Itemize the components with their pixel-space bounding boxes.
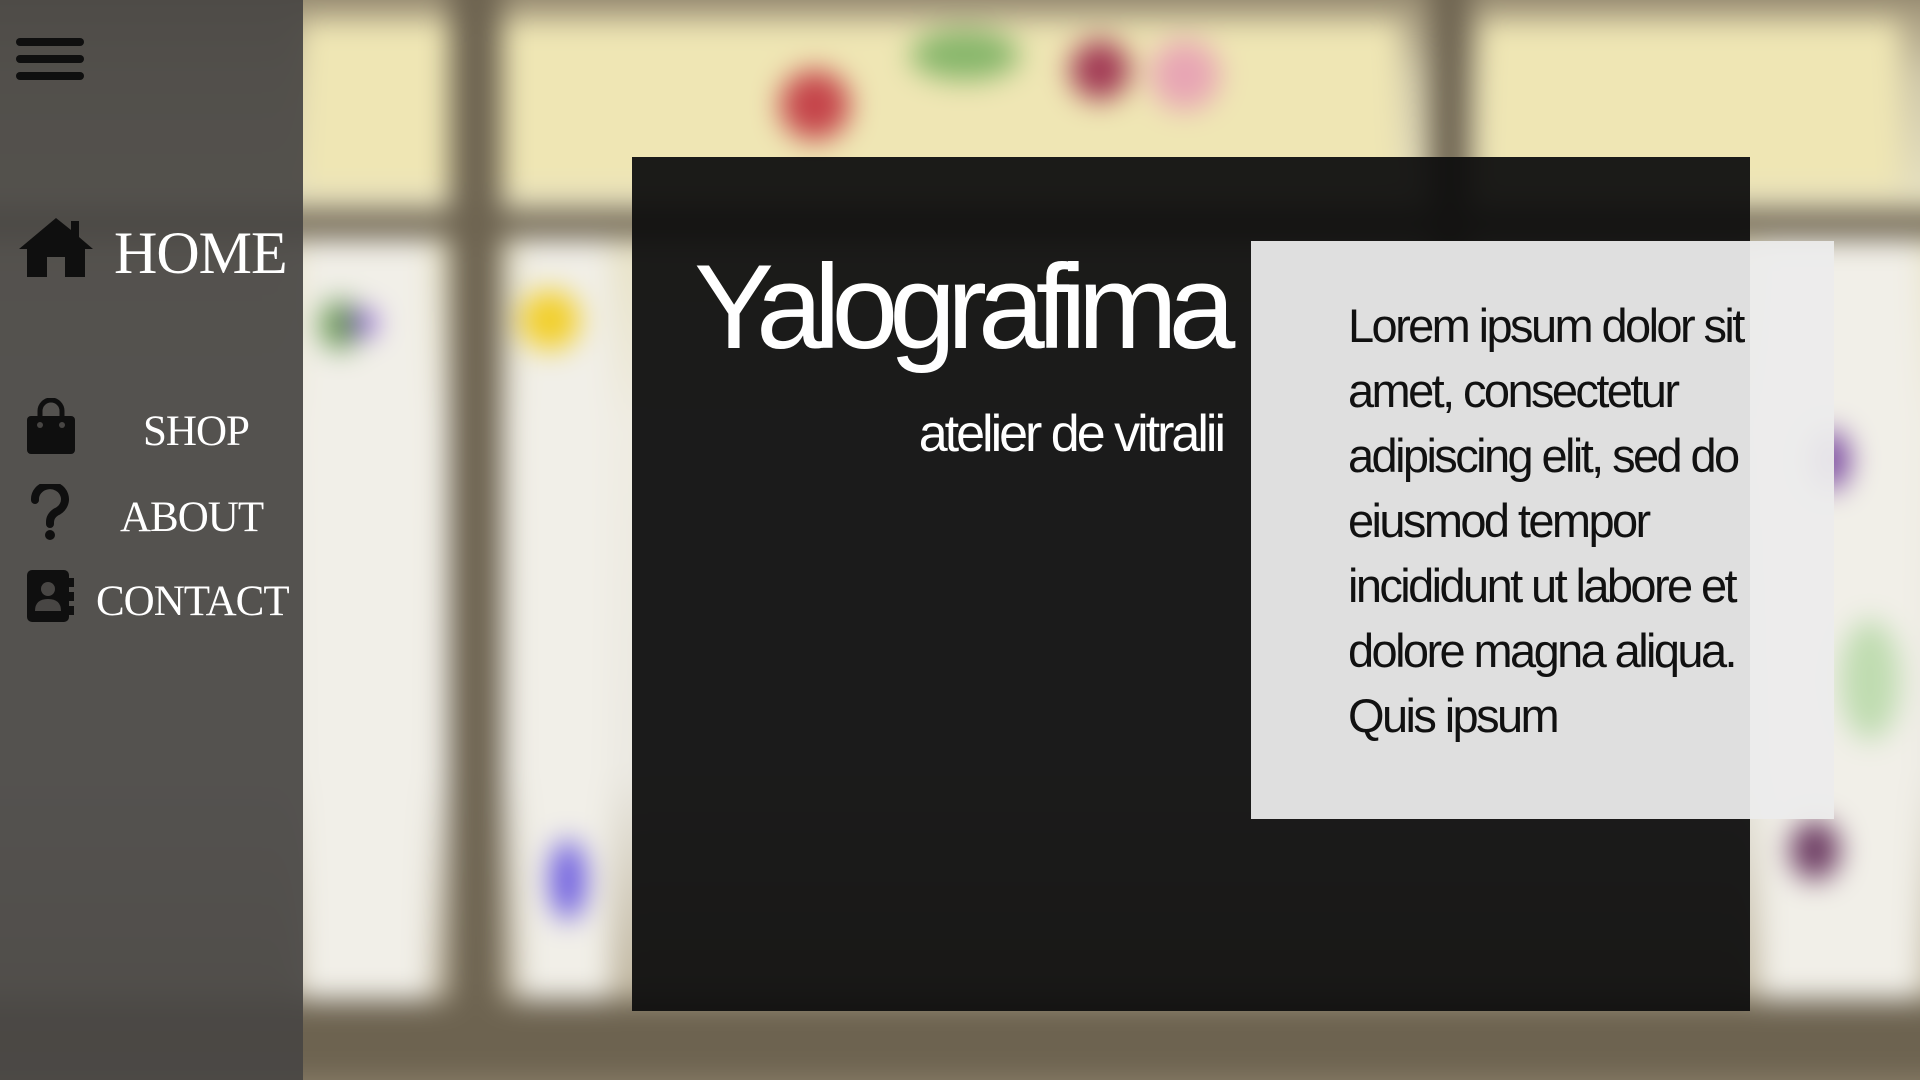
intro-paragraph: Lorem ipsum dolor sit amet, consectetur …	[1348, 299, 1745, 742]
question-mark-icon	[30, 481, 70, 547]
nav-contact-label: CONTACT	[96, 578, 290, 625]
shopping-bag-icon	[25, 397, 77, 461]
nav-item-contact[interactable]: CONTACT	[0, 560, 303, 640]
page: HOME SHOP ABOUT CONTACT Yalografima atel…	[0, 0, 1920, 1080]
nav-about-label: ABOUT	[120, 494, 264, 541]
contact-book-icon	[25, 568, 75, 629]
nav-shop-label: SHOP	[143, 408, 250, 455]
home-icon	[17, 215, 95, 284]
site-title: Yalografima	[694, 240, 1235, 374]
nav-home-label: HOME	[114, 220, 288, 286]
sidebar: HOME SHOP ABOUT CONTACT	[0, 0, 303, 1080]
nav-item-home[interactable]: HOME	[0, 205, 303, 295]
intro-text-box: Lorem ipsum dolor sit amet, consectetur …	[1251, 241, 1834, 819]
nav-item-about[interactable]: ABOUT	[0, 476, 303, 556]
hamburger-menu-icon[interactable]	[14, 36, 86, 84]
site-subtitle: atelier de vitralii	[918, 405, 1226, 463]
nav-item-shop[interactable]: SHOP	[0, 390, 303, 470]
